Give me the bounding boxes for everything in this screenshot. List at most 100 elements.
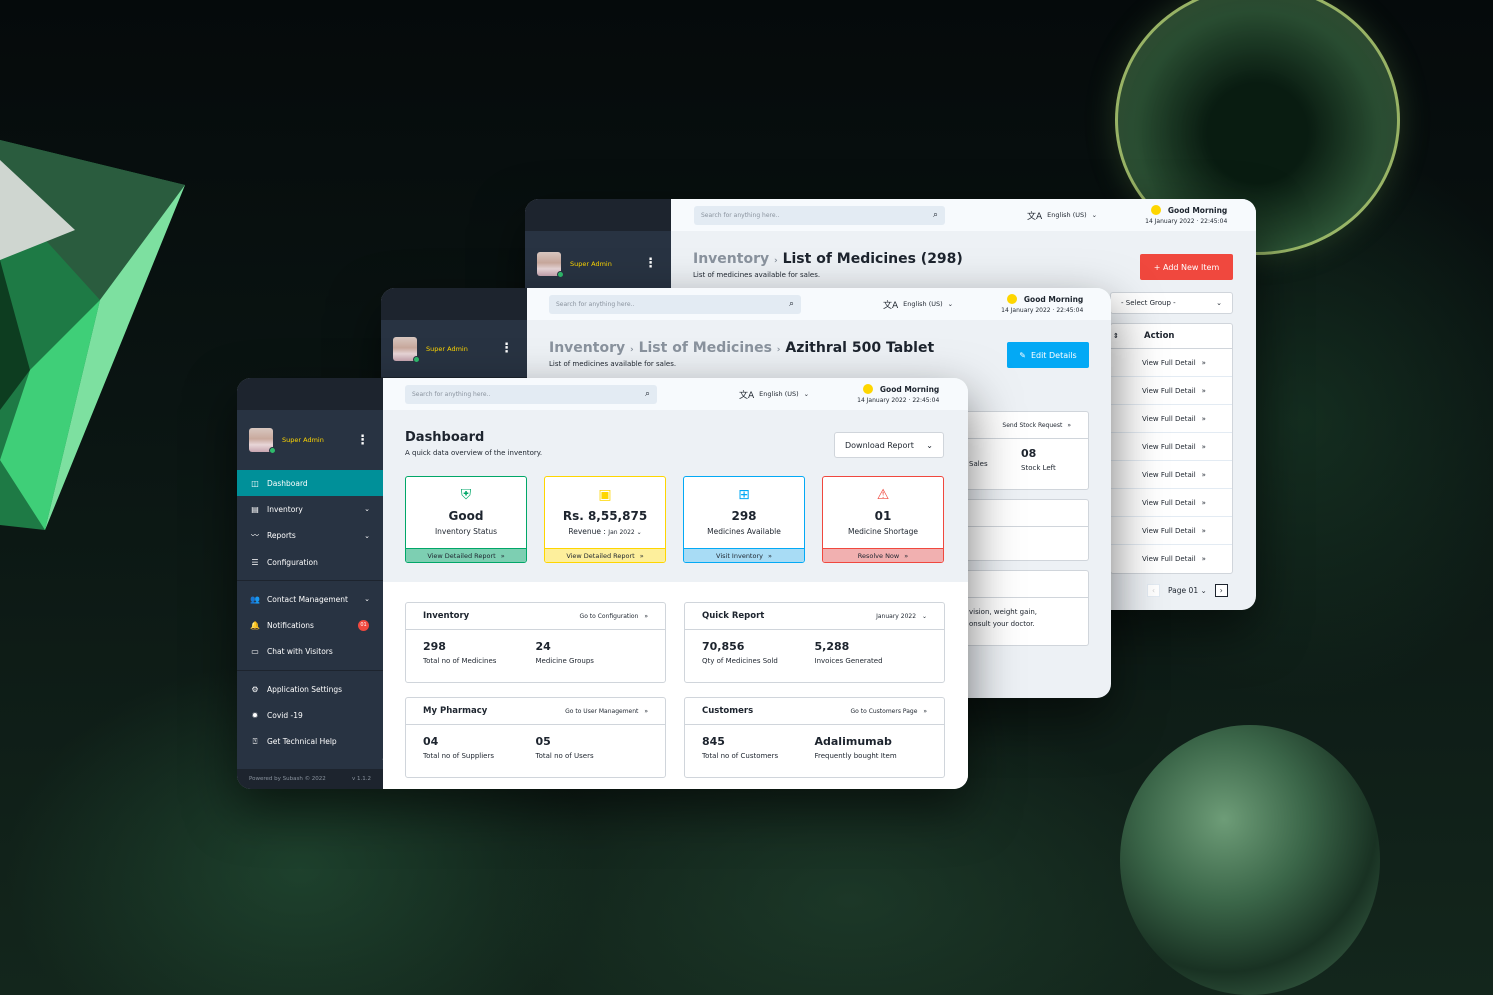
user-role: Super Admin [570, 259, 612, 268]
send-stock-request-link[interactable]: Send Stock Request [1002, 422, 1062, 429]
chevron-down-icon: ⌄ [1216, 299, 1222, 307]
card-value: Good [448, 509, 484, 523]
kebab-menu-icon[interactable]: ⋮ [356, 434, 369, 447]
panel-link[interactable]: Go to Customers Page » [851, 708, 927, 715]
view-full-detail-link[interactable]: View Full Detail [1142, 471, 1196, 479]
contacts-icon: 👥 [250, 594, 260, 604]
panel-link[interactable]: Go to User Management » [565, 708, 648, 715]
panel-link[interactable]: Go to Configuration » [580, 613, 648, 620]
greeting: Good Morning [879, 384, 940, 394]
sidebar-item-label: Inventory [267, 504, 303, 514]
avatar[interactable] [249, 428, 276, 454]
month-selector[interactable]: January 2022 ⌄ [876, 613, 927, 620]
card-footer-link[interactable]: View Detailed Report» [545, 548, 665, 562]
translate-icon: 文A [883, 300, 899, 311]
chevron-down-icon: ⌄ [947, 300, 954, 308]
search-icon[interactable]: ⌕ [933, 210, 938, 220]
stat-value: Adalimumab [814, 735, 892, 748]
medicines-available-card: ⊞ 298 Medicines Available Visit Inventory» [683, 476, 805, 563]
select-group-value: - Select Group - [1121, 299, 1176, 307]
chevron-down-icon: ⌄ [803, 390, 810, 398]
card-label: Medicines Available [707, 527, 781, 536]
sidebar-item-get-technical-help[interactable]: ⍰ Get Technical Help [237, 729, 383, 755]
view-full-detail-link[interactable]: View Full Detail [1142, 359, 1196, 367]
page-selector[interactable]: Page 01 ⌄ [1168, 586, 1207, 595]
avatar[interactable] [393, 336, 420, 363]
select-group-dropdown[interactable]: - Select Group - ⌄ [1110, 292, 1233, 314]
sun-icon [1150, 205, 1161, 215]
search-input[interactable]: Search for anything here.. ⌕ [694, 205, 945, 225]
card-footer-link[interactable]: Resolve Now» [823, 548, 943, 562]
covid-icon: ✹ [251, 711, 259, 721]
view-full-detail-link[interactable]: View Full Detail [1142, 387, 1196, 395]
sidebar-item-covid-19[interactable]: ✹ Covid -19 [237, 702, 383, 728]
double-chevron-icon: » [639, 551, 644, 560]
search-icon[interactable]: ⌕ [789, 299, 794, 309]
search-icon[interactable]: ⌕ [645, 389, 650, 399]
sidebar-item-application-settings[interactable]: ⚙ Application Settings [237, 676, 383, 702]
page-title: Dashboard [405, 430, 485, 445]
breadcrumb-inventory[interactable]: Inventory [693, 251, 769, 267]
next-page-button[interactable]: › [1214, 584, 1228, 597]
prev-page-button[interactable]: ‹ [1147, 584, 1160, 597]
double-chevron-icon: » [1201, 358, 1206, 367]
kebab-menu-icon[interactable]: ⋮ [500, 342, 513, 355]
stat-label: Total no of Customers [702, 752, 779, 760]
sidebar-item-chat-with-visitors[interactable]: ▭ Chat with Visitors [237, 639, 383, 665]
view-full-detail-link[interactable]: View Full Detail [1142, 443, 1196, 451]
avatar[interactable] [537, 251, 564, 278]
page-subtitle: List of medicines available for sales. [693, 271, 821, 279]
sidebar-item-inventory[interactable]: ▤ Inventory ⌄ [237, 496, 383, 522]
panel-title: Quick Report [702, 611, 765, 621]
kebab-menu-icon[interactable]: ⋮ [644, 257, 657, 270]
view-full-detail-link[interactable]: View Full Detail [1142, 527, 1196, 535]
inventory-status-card: ⛨ Good Inventory Status View Detailed Repor… [405, 476, 527, 563]
date: 14 January 2022 [1145, 218, 1195, 225]
time: 22:45:04 [912, 397, 940, 404]
user-role: Super Admin [282, 436, 324, 444]
view-full-detail-link[interactable]: View Full Detail [1142, 499, 1196, 507]
sphere-decoration [1120, 725, 1380, 995]
breadcrumb: Inventory › List of Medicines › Azithral… [549, 340, 935, 356]
table-row: View Full Detail » [1111, 349, 1232, 377]
breadcrumb-list-of-medicines[interactable]: List of Medicines [639, 340, 772, 356]
table-row: View Full Detail » [1111, 461, 1232, 489]
search-placeholder: Search for anything here.. [556, 300, 635, 308]
double-chevron-icon: » [644, 707, 648, 715]
language-selector[interactable]: 文A English (US) ⌄ [1027, 209, 1097, 222]
sort-icon[interactable]: ⇕ [1113, 332, 1119, 340]
translate-icon: 文A [1027, 211, 1043, 222]
page-title: List of Medicines (298) [782, 251, 963, 267]
sidebar-item-contact-management[interactable]: 👥 Contact Management ⌄ [237, 586, 383, 612]
sidebar-item-notifications[interactable]: 🔔 Notifications 01 [237, 612, 383, 638]
language-label: English (US) [759, 390, 799, 398]
period-selector[interactable]: Jan 2022 ⌄ [608, 529, 641, 536]
sidebar-item-dashboard[interactable]: ◫ Dashboard [237, 470, 383, 497]
card-footer-link[interactable]: Visit Inventory» [684, 548, 804, 562]
double-chevron-icon: » [644, 612, 648, 620]
double-chevron-icon: » [1201, 526, 1206, 535]
language-selector[interactable]: 文A English (US) ⌄ [739, 388, 809, 401]
panel-title: My Pharmacy [423, 706, 488, 716]
add-new-item-button[interactable]: + Add New Item [1140, 254, 1233, 280]
sidebar-item-reports[interactable]: 〰 Reports ⌄ [237, 523, 383, 549]
my-pharmacy-panel: My Pharmacy Go to User Management » 04 Tota… [405, 697, 666, 778]
side-effects-text: vision, weight gain, [969, 608, 1038, 616]
language-selector[interactable]: 文A English (US) ⌄ [883, 298, 953, 311]
breadcrumb: Inventory › List of Medicines (298) [693, 251, 963, 267]
card-footer-link[interactable]: View Detailed Report» [406, 548, 526, 562]
medicine-shortage-card: ⚠ 01 Medicine Shortage Resolve Now» [822, 476, 944, 563]
emerald-gem-decoration [0, 140, 185, 530]
view-full-detail-link[interactable]: View Full Detail [1142, 415, 1196, 423]
sidebar-item-configuration[interactable]: ☰ Configuration [237, 549, 383, 575]
search-input[interactable]: Search for anything here.. ⌕ [405, 384, 657, 404]
search-input[interactable]: Search for anything here.. ⌕ [549, 294, 801, 314]
double-chevron-icon: » [1201, 386, 1206, 395]
edit-details-button[interactable]: ✎ Edit Details [1007, 342, 1089, 368]
stat-value: 04 [423, 735, 439, 748]
view-full-detail-link[interactable]: View Full Detail [1142, 555, 1196, 563]
download-report-button[interactable]: Download Report ⌄ [834, 432, 944, 458]
reports-icon: 〰 [251, 531, 259, 541]
card-label: Medicine Shortage [848, 527, 918, 536]
breadcrumb-inventory[interactable]: Inventory [549, 340, 625, 356]
